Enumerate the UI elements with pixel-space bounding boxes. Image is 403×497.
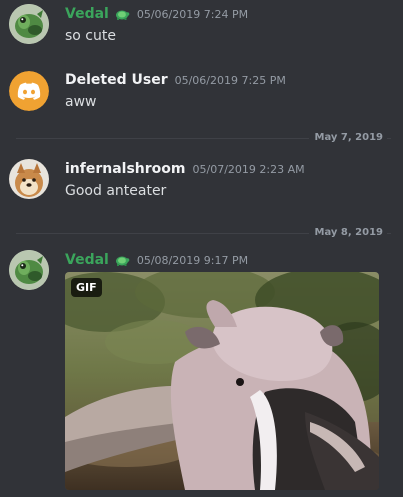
message-text: Good anteater — [65, 183, 167, 199]
green-fish-avatar-icon — [9, 4, 49, 44]
avatar[interactable] — [9, 71, 49, 111]
avatar[interactable] — [9, 4, 49, 44]
turtle-icon — [114, 252, 130, 268]
message-header: Deleted User 05/06/2019 7:25 PM — [65, 72, 286, 88]
timestamp: 05/06/2019 7:25 PM — [174, 73, 286, 87]
timestamp: 05/06/2019 7:24 PM — [136, 7, 249, 21]
timestamp: 05/08/2019 9:17 PM — [136, 253, 249, 267]
username[interactable]: infernalshroom — [65, 161, 186, 177]
gif-attachment[interactable]: GIF — [65, 272, 379, 490]
gif-badge: GIF — [71, 278, 102, 297]
username[interactable]: Deleted User — [65, 72, 168, 88]
green-fish-avatar-icon — [9, 250, 49, 290]
message-header: infernalshroom 05/07/2019 2:23 AM — [65, 161, 305, 177]
timestamp: 05/07/2019 2:23 AM — [192, 162, 305, 176]
message-text: aww — [65, 94, 97, 110]
username[interactable]: Vedal — [65, 6, 109, 22]
message-header: Vedal 05/08/2019 9:17 PM — [65, 252, 248, 268]
avatar[interactable] — [9, 250, 49, 290]
anteater-gif-image — [65, 272, 379, 490]
date-divider-label: May 7, 2019 — [308, 132, 387, 144]
message-header: Vedal 05/06/2019 7:24 PM — [65, 6, 248, 22]
message-text: so cute — [65, 28, 116, 44]
doge-avatar-icon — [9, 159, 49, 199]
discord-logo-avatar-icon — [9, 71, 49, 111]
avatar[interactable] — [9, 159, 49, 199]
date-divider-label: May 8, 2019 — [308, 227, 387, 239]
username[interactable]: Vedal — [65, 252, 109, 268]
turtle-icon — [114, 6, 130, 22]
